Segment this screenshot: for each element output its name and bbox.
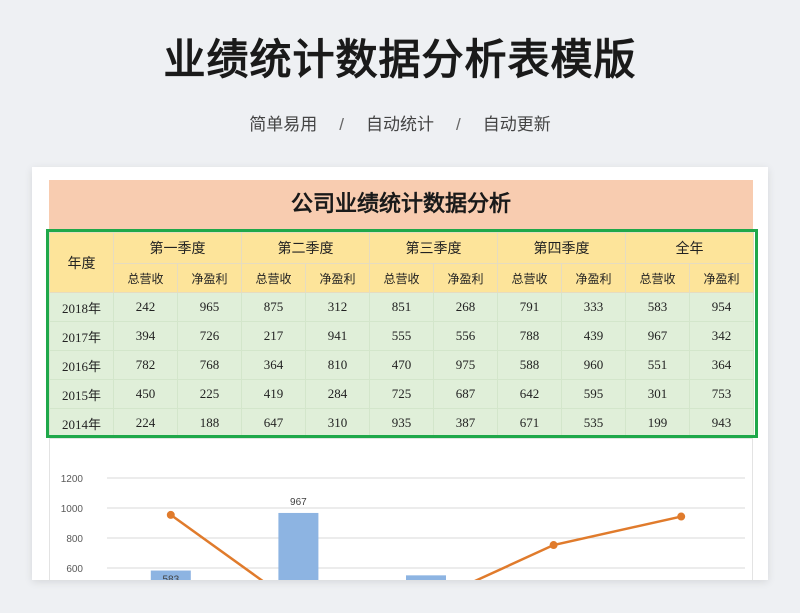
revenue-cell[interactable]: 450 [113,379,178,409]
profit-cell[interactable]: 268 [433,292,498,322]
bar-data-label: 967 [290,497,307,508]
revenue-cell[interactable]: 671 [497,408,562,438]
profit-cell[interactable]: 687 [433,379,498,409]
profit-cell[interactable]: 439 [561,321,626,351]
profit-cell[interactable]: 312 [305,292,370,322]
revenue-cell[interactable]: 470 [369,350,434,380]
group-header-q4: 第四季度 [497,232,626,264]
revenue-cell[interactable]: 967 [625,321,690,351]
subtitle-separator: / [456,115,461,134]
profit-cell[interactable]: 960 [561,350,626,380]
revenue-cell[interactable]: 642 [497,379,562,409]
y-tick-label: 1200 [61,474,84,485]
profit-cell[interactable]: 768 [177,350,242,380]
line-point [677,512,686,521]
bar-data-label: 583 [162,575,179,580]
revenue-header: 总营收 [369,263,434,293]
group-header-q3: 第三季度 [369,232,498,264]
revenue-cell[interactable]: 364 [241,350,306,380]
profit-cell[interactable]: 342 [689,321,754,351]
profit-cell[interactable]: 364 [689,350,754,380]
revenue-cell[interactable]: 875 [241,292,306,322]
profit-cell[interactable]: 556 [433,321,498,351]
profit-cell[interactable]: 965 [177,292,242,322]
profit-cell[interactable]: 188 [177,408,242,438]
profit-cell[interactable]: 753 [689,379,754,409]
revenue-header: 总营收 [625,263,690,293]
profit-cell[interactable]: 284 [305,379,370,409]
subtitle-item-auto-update: 自动更新 [482,115,551,134]
revenue-cell[interactable]: 935 [369,408,434,438]
profit-cell[interactable]: 975 [433,350,498,380]
page-title: 业绩统计数据分析表模版 [163,36,637,83]
profit-cell[interactable]: 310 [305,408,370,438]
revenue-cell[interactable]: 301 [625,379,690,409]
revenue-cell[interactable]: 217 [241,321,306,351]
chart-frame [49,438,753,580]
profit-header: 净盈利 [177,263,242,293]
revenue-cell[interactable]: 555 [369,321,434,351]
subtitle-separator: / [339,115,344,134]
group-header-q1: 第一季度 [113,232,242,264]
performance-table: 年度 第一季度 第二季度 第三季度 第四季度 全年 总营收 净盈利 总营收 净盈利 总营… [49,232,754,438]
group-header-q2: 第二季度 [241,232,370,264]
year-cell[interactable]: 2018年 [49,292,114,322]
profit-cell[interactable]: 595 [561,379,626,409]
revenue-cell[interactable]: 242 [113,292,178,322]
group-header-full-year: 全年 [625,232,754,264]
revenue-cell[interactable]: 647 [241,408,306,438]
y-tick-label: 800 [66,534,83,545]
revenue-cell[interactable]: 788 [497,321,562,351]
revenue-cell[interactable]: 224 [113,408,178,438]
revenue-cell[interactable]: 419 [241,379,306,409]
revenue-cell[interactable]: 199 [625,408,690,438]
profit-cell[interactable]: 941 [305,321,370,351]
profit-cell[interactable]: 943 [689,408,754,438]
revenue-header: 总营收 [113,263,178,293]
profit-header: 净盈利 [305,263,370,293]
subtitle: 简单易用 / 自动统计 / 自动更新 [0,112,800,138]
line-point [549,541,558,550]
year-cell[interactable]: 2016年 [49,350,114,380]
line-point [166,510,175,519]
table-row: 2017年 394 726 217 941 555 556 788 439 967 342 [49,321,754,351]
revenue-cell[interactable]: 394 [113,321,178,351]
revenue-header: 总营收 [497,263,562,293]
bar [278,512,319,580]
profit-cell[interactable]: 333 [561,292,626,322]
sheet-banner: 公司业绩统计数据分析 [49,180,753,230]
profit-header: 净盈利 [433,263,498,293]
year-cell[interactable]: 2015年 [49,379,114,409]
table-row: 2015年 450 225 419 284 725 687 642 595 301 753 [49,379,754,409]
revenue-header: 总营收 [241,263,306,293]
subtitle-item-auto-stats: 自动统计 [366,115,434,134]
year-header: 年度 [49,232,114,293]
bar-data-label: 551 [418,579,435,580]
profit-header: 净盈利 [561,263,626,293]
profit-cell[interactable]: 726 [177,321,242,351]
profit-header: 净盈利 [689,263,754,293]
revenue-cell[interactable]: 782 [113,350,178,380]
table-row: 2014年 224 188 647 310 935 387 671 535 199 943 [49,408,754,438]
profit-cell[interactable]: 535 [561,408,626,438]
revenue-cell[interactable]: 725 [369,379,434,409]
revenue-cell[interactable]: 583 [625,292,690,322]
profit-cell[interactable]: 225 [177,379,242,409]
y-tick-label: 600 [66,564,83,575]
profit-cell[interactable]: 387 [433,408,498,438]
spreadsheet-preview: 公司业绩统计数据分析 年度 第一季度 第二季度 第三季度 第四季度 全年 总营收… [32,167,768,580]
subtitle-item-easy: 简单易用 [249,115,318,134]
revenue-cell[interactable]: 851 [369,292,434,322]
revenue-cell[interactable]: 588 [497,350,562,380]
year-cell[interactable]: 2014年 [49,408,114,438]
year-cell[interactable]: 2017年 [49,321,114,351]
table-row: 2016年 782 768 364 810 470 975 588 960 551 364 [49,350,754,380]
profit-cell[interactable]: 954 [689,292,754,322]
revenue-cell[interactable]: 791 [497,292,562,322]
y-tick-label: 1000 [61,504,84,515]
chart: 1200 1000 800 600 583 967 551 [49,438,753,580]
table-row: 2018年 242 965 875 312 851 268 791 333 583 954 [49,292,754,322]
profit-cell[interactable]: 810 [305,350,370,380]
revenue-cell[interactable]: 551 [625,350,690,380]
